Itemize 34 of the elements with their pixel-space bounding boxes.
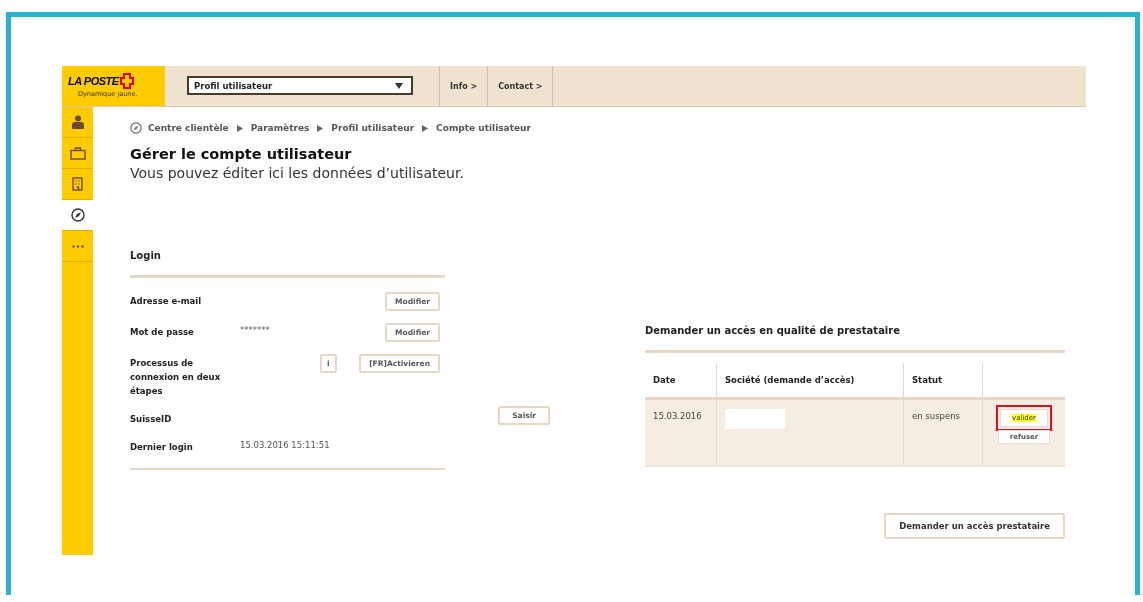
page-subtitle: Vous pouvez éditer ici les données d’utilisateur.: [130, 165, 465, 181]
request-access-button[interactable]: Demander un accès prestataire: [884, 513, 1065, 539]
field-value: *******: [240, 324, 270, 335]
breadcrumb-link[interactable]: Paramètres: [250, 123, 310, 133]
breadcrumb-link[interactable]: Centre clientèle: [148, 123, 229, 133]
building-icon: [72, 177, 83, 191]
breadcrumb-link[interactable]: Compte utilisateur: [436, 123, 531, 133]
breadcrumb-arrow-icon: [236, 124, 243, 132]
field-label: SuisseID: [130, 413, 173, 426]
page-title: Gérer le compte utilisateur: [130, 146, 353, 162]
compass-icon: [130, 122, 142, 134]
breadcrumb-arrow-icon: [317, 124, 324, 132]
section-title: Demander un accès en qualité de prestataire: [645, 325, 901, 336]
field-label: Adresse e-mail: [130, 295, 203, 308]
nav-link[interactable]: Contact >: [488, 66, 554, 106]
logo-text: LA POSTE: [68, 75, 119, 87]
field-label: Dernier login: [130, 441, 194, 454]
compass-icon: [70, 208, 85, 222]
table-cell: en suspens: [903, 398, 983, 466]
field-label: Processus de connexion en deux étapes: [130, 357, 222, 398]
nav-link[interactable]: Info >: [440, 66, 489, 106]
more-icon: [71, 244, 84, 248]
cross-icon: [119, 73, 134, 89]
profile-select[interactable]: Profil utilisateur: [187, 76, 413, 95]
blank-cell-field: [725, 409, 785, 429]
section-title: Login: [130, 250, 162, 261]
breadcrumb-arrow-icon: [422, 124, 429, 132]
table-cell: 15.03.2016: [645, 398, 717, 466]
briefcase-icon: [69, 146, 86, 160]
person-icon: [71, 115, 84, 129]
caret-icon: [395, 82, 403, 89]
field-value: 15.03.2016 15:11:51: [240, 439, 330, 450]
field-label: Mot de passe: [130, 326, 195, 339]
breadcrumb-link[interactable]: Profil utilisateur: [331, 123, 415, 133]
